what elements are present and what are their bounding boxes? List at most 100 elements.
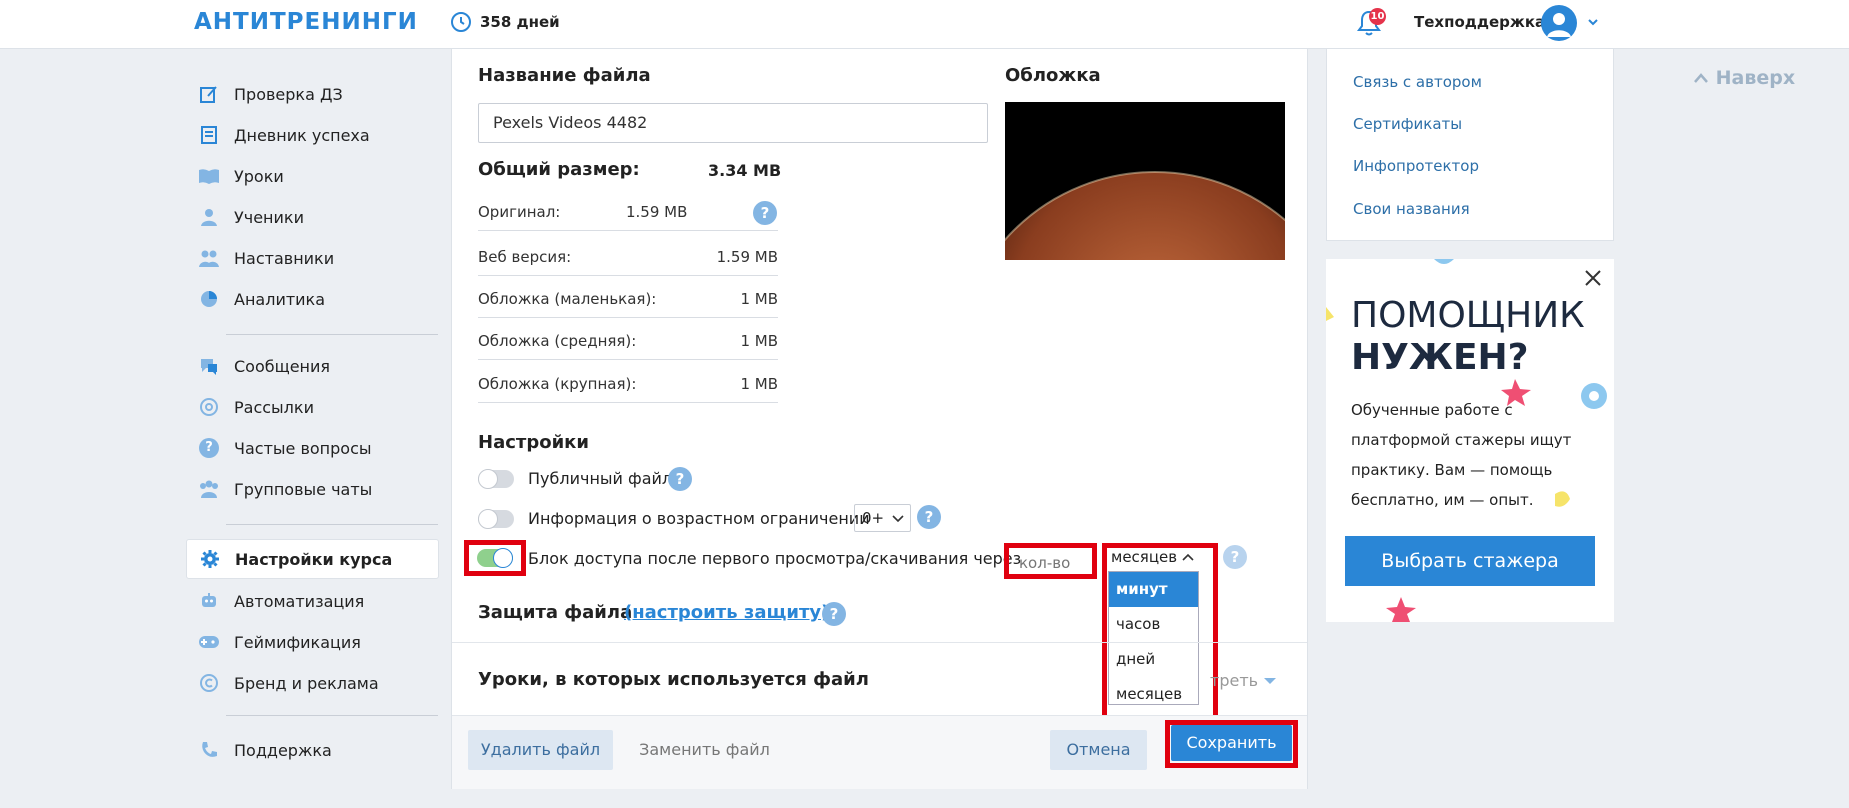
size-label: Обложка (маленькая): (478, 290, 657, 308)
age-select[interactable]: 0+ (854, 504, 911, 532)
public-file-toggle[interactable] (478, 469, 514, 489)
chevron-up-icon (1694, 73, 1708, 83)
delete-file-button[interactable]: Удалить файл (468, 730, 613, 770)
period-option[interactable]: минут (1109, 572, 1198, 607)
size-label: Оригинал: (478, 203, 561, 221)
size-row-original: Оригинал: 1.59 MB (478, 195, 778, 231)
help-icon[interactable]: ? (753, 201, 777, 225)
size-value: 1 MB (740, 290, 778, 308)
sidebar-item-label: Аналитика (234, 289, 326, 309)
sidebar-item-brand[interactable]: Бренд и реклама (186, 663, 438, 703)
sidebar-item-group-chats[interactable]: Групповые чаты (186, 469, 438, 509)
link-infoprotector[interactable]: Инфопротектор (1353, 157, 1479, 175)
sidebar-item-automation[interactable]: Автоматизация (186, 581, 438, 621)
days-text: 358 дней (480, 13, 560, 31)
size-row-web: Веб версия: 1.59 MB (478, 240, 778, 276)
size-row-cover-large: Обложка (крупная): 1 MB (478, 367, 778, 403)
help-icon[interactable]: ? (1223, 545, 1247, 569)
protection-link[interactable]: (настроить защиту) (624, 602, 829, 623)
chevron-down-icon[interactable] (1587, 16, 1599, 28)
sidebar-item-faq[interactable]: ? Частые вопросы (186, 428, 438, 468)
period-select[interactable]: месяцев (1111, 548, 1194, 566)
scroll-top-button[interactable]: Наверх (1693, 67, 1795, 89)
size-value: 1 MB (740, 375, 778, 393)
size-row-cover-medium: Обложка (средняя): 1 MB (478, 324, 778, 360)
sidebar-divider (226, 524, 438, 525)
help-icon[interactable]: ? (822, 602, 846, 626)
sidebar-item-gamification[interactable]: Геймификация (186, 622, 438, 662)
cover-image[interactable] (1005, 102, 1285, 260)
choose-intern-button[interactable]: Выбрать стажера (1345, 536, 1595, 586)
age-restriction-label: Информация о возрастном ограничении (528, 509, 870, 528)
avatar[interactable] (1541, 5, 1577, 41)
students-icon (198, 206, 220, 228)
link-certificates[interactable]: Сертификаты (1353, 115, 1462, 133)
period-option[interactable]: дней (1109, 642, 1198, 677)
sidebar-item-label: Проверка ДЗ (234, 84, 343, 104)
pie-chart-icon (198, 288, 220, 310)
period-option[interactable]: часов (1109, 607, 1198, 642)
sidebar-item-label: Поддержка (234, 740, 332, 760)
sidebar-item-messages[interactable]: Сообщения (186, 346, 438, 386)
size-value: 1 MB (740, 332, 778, 350)
size-label: Веб версия: (478, 248, 572, 266)
help-icon[interactable]: ? (917, 505, 941, 529)
chevron-up-icon (1182, 553, 1194, 561)
cover-label: Обложка (1005, 65, 1101, 86)
qty-input[interactable] (1015, 552, 1085, 574)
sidebar-item-lessons[interactable]: Уроки (186, 156, 438, 196)
period-option[interactable]: месяцев (1109, 677, 1198, 712)
sidebar-item-diary[interactable]: Дневник успеха (186, 115, 438, 155)
file-edit-panel: Название файла Pexels Videos 4482 Обложк… (451, 49, 1308, 789)
sidebar-item-analytics[interactable]: Аналитика (186, 279, 438, 319)
public-file-label: Публичный файл (528, 469, 673, 488)
clock-icon (451, 12, 471, 32)
notification-badge: 10 (1369, 8, 1386, 25)
total-size-value: 3.34 MB (708, 161, 782, 180)
link-custom-names[interactable]: Свои названия (1353, 200, 1470, 218)
top-header: АНТИТРЕНИНГИ 358 дней 10 Техподдержка (0, 0, 1849, 49)
lessons-toggle[interactable]: треть (1210, 671, 1277, 690)
question-icon: ? (198, 437, 220, 459)
total-size-label: Общий размер: (478, 159, 640, 180)
promo-title-line: ПОМОЩНИК (1351, 295, 1585, 336)
save-button[interactable]: Сохранить (1171, 725, 1292, 761)
sidebar-item-students[interactable]: Ученики (186, 197, 438, 237)
mentors-icon (198, 247, 220, 269)
size-value: 1.59 MB (716, 248, 778, 266)
file-name-label: Название файла (478, 65, 651, 86)
phone-icon (198, 739, 220, 761)
sidebar-item-label: Дневник успеха (234, 125, 370, 145)
link-contact-author[interactable]: Связь с автором (1353, 73, 1482, 91)
lessons-title: Уроки, в которых используется файл (478, 669, 869, 690)
sidebar-item-support[interactable]: Поддержка (186, 730, 438, 770)
sidebar-item-homework[interactable]: Проверка ДЗ (186, 74, 438, 114)
help-icon[interactable]: ? (668, 467, 692, 491)
logo[interactable]: АНТИТРЕНИНГИ (194, 9, 418, 35)
group-icon (198, 478, 220, 500)
book-icon (198, 165, 220, 187)
access-block-toggle[interactable] (477, 548, 513, 568)
age-restriction-toggle[interactable] (478, 509, 514, 529)
age-select-value: 0+ (862, 509, 885, 527)
days-counter: 358 дней (450, 11, 560, 33)
sidebar-item-label: Автоматизация (234, 591, 365, 611)
sidebar-item-mentors[interactable]: Наставники (186, 238, 438, 278)
sidebar-divider (226, 715, 438, 716)
sidebar-divider (226, 334, 438, 335)
settings-links-card: Связь с автором Сертификаты Инфопротекто… (1326, 49, 1614, 241)
notifications-button[interactable]: 10 (1356, 8, 1386, 38)
sidebar-item-mailings[interactable]: Рассылки (186, 387, 438, 427)
sidebar-item-label: Геймификация (234, 632, 361, 652)
sidebar-item-label: Групповые чаты (234, 479, 373, 499)
file-name-input[interactable]: Pexels Videos 4482 (478, 103, 988, 143)
user-name[interactable]: Техподдержка (1414, 13, 1545, 31)
replace-file-button[interactable]: Заменить файл (632, 730, 777, 770)
size-value: 1.59 MB (626, 203, 688, 221)
sidebar-item-label: Настройки курса (235, 549, 393, 569)
sidebar-item-label: Частые вопросы (234, 438, 372, 458)
sidebar-item-label: Рассылки (234, 397, 314, 417)
cancel-button[interactable]: Отмена (1050, 730, 1147, 770)
messages-icon (198, 355, 220, 377)
sidebar-item-course-settings[interactable]: Настройки курса (186, 539, 439, 579)
